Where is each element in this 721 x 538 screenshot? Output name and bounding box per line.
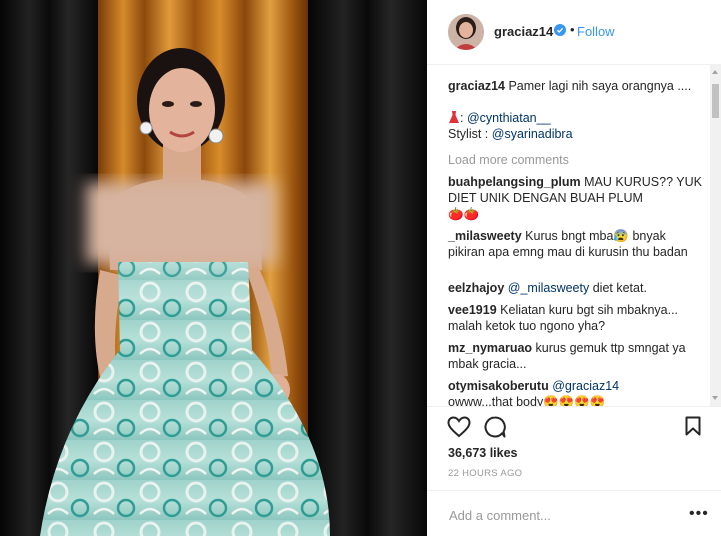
avatar[interactable] <box>448 14 484 50</box>
separator-dot: • <box>570 22 575 37</box>
likes-count[interactable]: 36,673 likes <box>448 446 518 460</box>
more-options-button[interactable]: ••• <box>689 505 709 523</box>
comment-text: diet ketat. <box>592 281 647 295</box>
comment-text: owww...that body <box>448 395 544 406</box>
scrollbar-thumb[interactable] <box>712 84 719 118</box>
comment-text: Kurus bngt mba <box>525 229 614 243</box>
load-more-comments-button[interactable]: Load more comments <box>448 152 569 168</box>
comment-username[interactable]: otymisakoberutu <box>448 379 549 393</box>
comment-emoji: 🍅🍅 <box>448 207 480 221</box>
scroll-down-arrow-icon[interactable] <box>712 396 718 400</box>
caption-stylist-line: Stylist : @syarinadibra <box>448 126 703 142</box>
caption-credit-line: : @cynthiatan__ <box>448 110 703 126</box>
comment-emoji: 😍😍😍😍 <box>543 395 606 406</box>
post-photo-image <box>0 0 427 536</box>
save-bookmark-icon[interactable] <box>685 416 701 436</box>
comment-item: eelzhajoy @_milasweety diet ketat. <box>448 280 703 296</box>
verified-badge-icon <box>554 24 566 36</box>
caption: graciaz14 Pamer lagi nih saya orangnya .… <box>448 78 703 94</box>
caption-mention-cynthiatan[interactable]: @cynthiatan__ <box>467 111 551 125</box>
comment-item: mz_nymaruao kurus gemuk ttp smngat ya mb… <box>448 340 703 372</box>
comment-item: vee1919 Keliatan kuru bgt sih mbaknya...… <box>448 302 703 334</box>
caption-stylist-prefix: Stylist : <box>448 127 492 141</box>
post-timestamp[interactable]: 22 HOURS AGO <box>448 468 522 479</box>
header-username[interactable]: graciaz14 <box>494 24 553 39</box>
comment-username[interactable]: _milasweety <box>448 229 522 243</box>
comments-list[interactable]: graciaz14 Pamer lagi nih saya orangnya .… <box>427 64 707 406</box>
avatar-image <box>448 14 484 50</box>
dress-emoji-icon <box>449 111 459 123</box>
comment-username[interactable]: mz_nymaruao <box>448 341 532 355</box>
comment-emoji: 😰 <box>613 229 629 243</box>
comment-username[interactable]: eelzhajoy <box>448 281 504 295</box>
post-header: graciaz14 • Follow <box>427 0 721 65</box>
comment-mention[interactable]: @graciaz14 <box>552 379 619 393</box>
comment-input[interactable] <box>447 504 671 526</box>
comment-mention[interactable]: @_milasweety <box>508 281 589 295</box>
caption-mention-syarinadibra[interactable]: @syarinadibra <box>492 127 573 141</box>
comment-username[interactable]: vee1919 <box>448 303 497 317</box>
post-side-panel: graciaz14 • Follow graciaz14 Pamer lagi … <box>427 0 721 536</box>
comment-username[interactable]: buahpelangsing_plum <box>448 175 581 189</box>
comment-item: buahpelangsing_plum MAU KURUS?? YUK DIET… <box>448 174 703 222</box>
comment-item: otymisakoberutu @graciaz14 owww...that b… <box>448 378 703 406</box>
comments-scrollbar[interactable] <box>710 64 721 406</box>
comment-item: _milasweety Kurus bngt mba😰 bnyak pikira… <box>448 228 703 260</box>
like-heart-icon[interactable] <box>447 416 471 438</box>
add-comment-bar: ••• <box>427 490 721 538</box>
scroll-up-arrow-icon[interactable] <box>712 70 718 74</box>
follow-button[interactable]: Follow <box>577 24 615 39</box>
caption-username[interactable]: graciaz14 <box>448 79 505 93</box>
caption-credit-prefix: : <box>460 111 467 125</box>
comment-bubble-icon[interactable] <box>484 416 506 438</box>
post-actions: 36,673 likes 22 HOURS AGO ••• <box>427 406 721 537</box>
post-photo[interactable] <box>0 0 427 536</box>
caption-text: Pamer lagi nih saya orangnya .... <box>508 79 692 93</box>
